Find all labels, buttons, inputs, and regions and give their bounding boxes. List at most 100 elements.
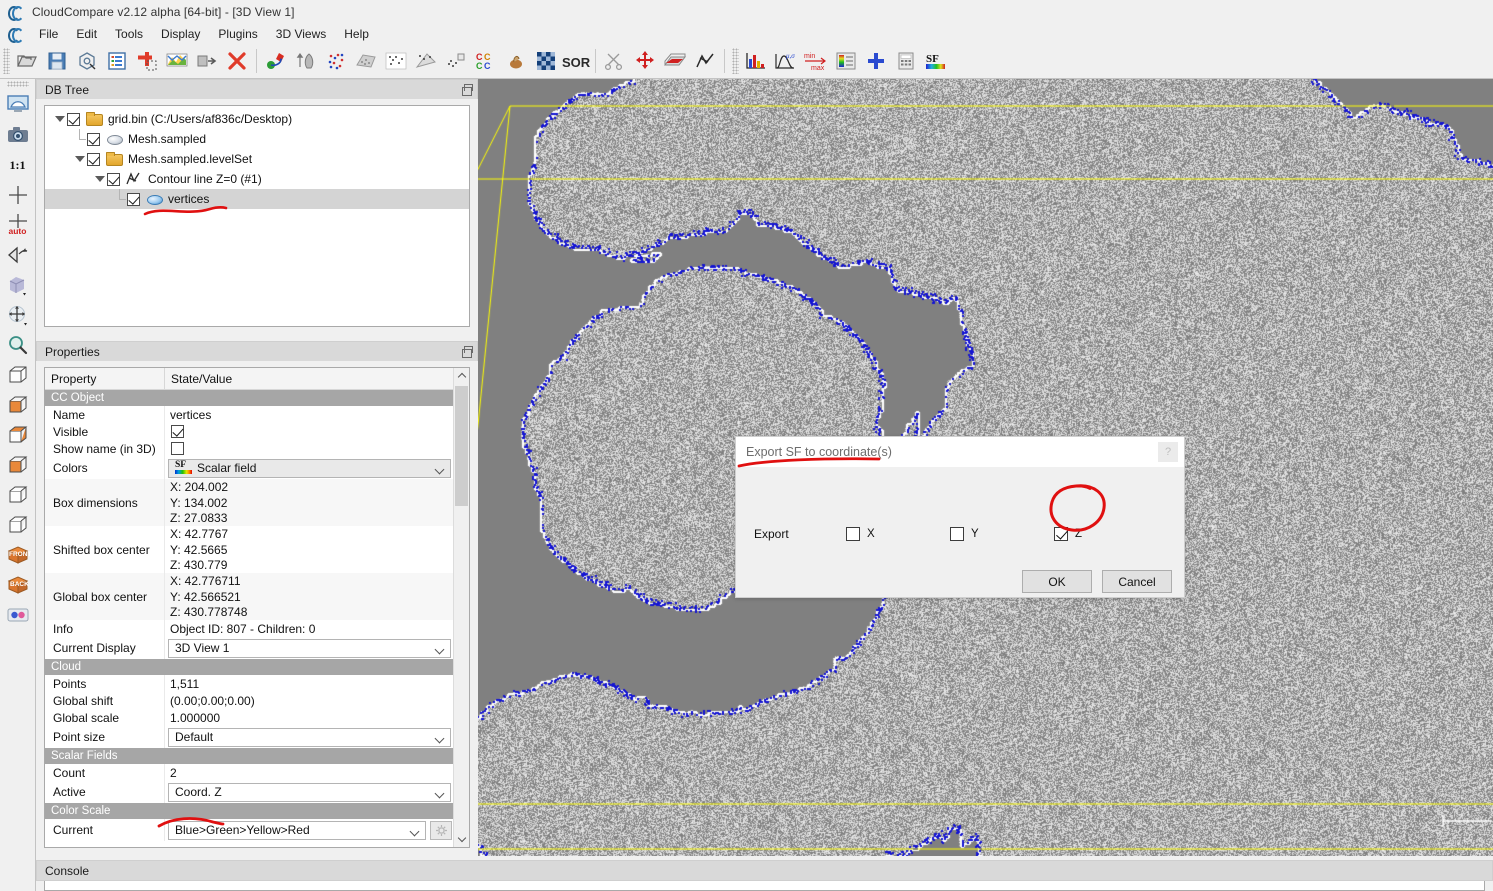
add-sf-icon[interactable]: [861, 46, 891, 76]
point-size-combobox[interactable]: Default: [168, 727, 451, 747]
export-y-checkbox-group[interactable]: Y: [950, 527, 1054, 541]
toggle-cube-icon[interactable]: [3, 270, 33, 300]
current-display-combobox[interactable]: 3D View 1: [168, 638, 451, 658]
view-iso1-icon[interactable]: [3, 480, 33, 510]
cancel-button[interactable]: Cancel: [1102, 570, 1172, 593]
export-z-checkbox-group[interactable]: Z: [1054, 527, 1158, 541]
expand-arrow-icon[interactable]: [93, 169, 107, 189]
properties-scrollbar[interactable]: [453, 368, 469, 847]
tree-checkbox[interactable]: [87, 152, 100, 166]
tree-item-vertices[interactable]: vertices: [45, 189, 469, 209]
menu-item-plugins[interactable]: Plugins: [209, 25, 266, 43]
global-shift-settings-icon[interactable]: [72, 46, 102, 76]
properties-icon[interactable]: [132, 46, 162, 76]
tree-item-mesh-sampled[interactable]: Mesh.sampled: [45, 129, 469, 149]
export-y-checkbox[interactable]: [950, 527, 964, 541]
tree-item-contour-line[interactable]: Contour line Z=0 (#1): [45, 169, 469, 189]
color-ramp-icon[interactable]: [162, 46, 192, 76]
translate-rotate-icon[interactable]: [630, 46, 660, 76]
export-x-checkbox-group[interactable]: X: [846, 527, 950, 541]
histogram-icon[interactable]: [741, 46, 771, 76]
view-top-icon[interactable]: [3, 360, 33, 390]
sf-to-coord-icon[interactable]: SF: [921, 46, 951, 76]
expand-arrow-icon[interactable]: [73, 149, 87, 169]
property-row-name: Name vertices: [45, 406, 453, 423]
colors-combobox[interactable]: SF Scalar field: [168, 458, 451, 478]
camera-snapshot-icon[interactable]: [3, 120, 33, 150]
fit-plane-icon[interactable]: [501, 46, 531, 76]
scissors-icon[interactable]: [600, 46, 630, 76]
scroll-down-arrow-icon[interactable]: [454, 831, 469, 847]
view-back-icon[interactable]: BACK: [3, 570, 33, 600]
svg-text:SOR: SOR: [562, 55, 591, 70]
cloud-cloud-dist-icon[interactable]: [381, 46, 411, 76]
color-scale-editor-button[interactable]: [430, 820, 452, 840]
db-tree-icon[interactable]: [102, 46, 132, 76]
dialog-help-button[interactable]: ?: [1158, 442, 1178, 462]
tree-item-grid-bin[interactable]: grid.bin (C:/Users/af836c/Desktop): [45, 109, 469, 129]
tree-checkbox[interactable]: [67, 112, 80, 126]
polyline-tool-icon[interactable]: [690, 46, 720, 76]
db-tree-list[interactable]: grid.bin (C:/Users/af836c/Desktop) Mesh.…: [44, 105, 470, 327]
tree-checkbox[interactable]: [107, 172, 120, 186]
zoom-tool-icon[interactable]: [3, 330, 33, 360]
compute-cc-icon[interactable]: CCCC: [471, 46, 501, 76]
visible-checkbox[interactable]: [171, 425, 184, 438]
scroll-up-arrow-icon[interactable]: [454, 368, 469, 384]
cloud-mesh-dist-icon[interactable]: [411, 46, 441, 76]
tree-checkbox[interactable]: [87, 132, 100, 146]
export-x-checkbox[interactable]: [846, 527, 860, 541]
cross-section-icon[interactable]: [660, 46, 690, 76]
tree-item-mesh-sampled-levelset[interactable]: Mesh.sampled.levelSet: [45, 149, 469, 169]
sor-filter-icon[interactable]: SOR: [561, 46, 591, 76]
export-z-checkbox[interactable]: [1054, 527, 1068, 541]
min-max-icon[interactable]: min max: [801, 46, 831, 76]
segment-cloud-icon[interactable]: [351, 46, 381, 76]
set-view-global-zoom-icon[interactable]: [3, 90, 33, 120]
subsample-icon[interactable]: [321, 46, 351, 76]
checkerboard-icon[interactable]: [531, 46, 561, 76]
expand-arrow-icon[interactable]: [53, 109, 67, 129]
view-toolbar-drag-handle[interactable]: [6, 81, 29, 87]
pick-rotation-center-icon[interactable]: [3, 180, 33, 210]
export-sf-dialog[interactable]: Export SF to coordinate(s) ? Export X Y …: [735, 436, 1185, 598]
translate-mode-icon[interactable]: [3, 300, 33, 330]
ok-button[interactable]: OK: [1022, 570, 1092, 593]
register-icon[interactable]: [261, 46, 291, 76]
stereo-mode-icon[interactable]: [3, 600, 33, 630]
db-tree-float-icon[interactable]: [460, 84, 473, 96]
property-key: Points: [45, 675, 165, 692]
open-icon[interactable]: [12, 46, 42, 76]
view-front-icon[interactable]: FRONT: [3, 540, 33, 570]
delete-icon[interactable]: [222, 46, 252, 76]
show-name-3d-checkbox[interactable]: [171, 442, 184, 455]
zoom-one-to-one-icon[interactable]: 1:1: [3, 150, 33, 180]
view-right-icon[interactable]: [3, 450, 33, 480]
color-scale-editor-icon[interactable]: [831, 46, 861, 76]
menu-item-file[interactable]: File: [30, 25, 67, 43]
stats-icon[interactable]: μ,σ: [771, 46, 801, 76]
tree-checkbox[interactable]: [127, 192, 140, 206]
console-title-bar: Console: [36, 860, 1493, 881]
save-icon[interactable]: [42, 46, 72, 76]
view-iso2-icon[interactable]: [3, 510, 33, 540]
active-scalar-field-combobox[interactable]: Coord. Z: [168, 782, 451, 802]
clone-icon[interactable]: [192, 46, 222, 76]
menu-item-edit[interactable]: Edit: [67, 25, 106, 43]
properties-float-icon[interactable]: [460, 346, 473, 358]
menu-item-display[interactable]: Display: [152, 25, 209, 43]
view-bottom-icon[interactable]: [3, 390, 33, 420]
toggle-perspective-icon[interactable]: [3, 240, 33, 270]
view-left-icon[interactable]: [3, 420, 33, 450]
menu-item-help[interactable]: Help: [335, 25, 378, 43]
auto-pick-rotation-center-icon[interactable]: auto: [3, 210, 33, 240]
align-icon[interactable]: [291, 46, 321, 76]
toolbar-drag-handle-2[interactable]: [732, 48, 739, 74]
toolbar-drag-handle[interactable]: [3, 48, 10, 74]
menu-item-3d-views[interactable]: 3D Views: [267, 25, 335, 43]
scrollbar-thumb[interactable]: [455, 386, 468, 506]
menu-item-tools[interactable]: Tools: [106, 25, 152, 43]
sf-arithmetic-icon[interactable]: [891, 46, 921, 76]
color-scale-combobox[interactable]: Blue>Green>Yellow>Red: [168, 820, 426, 840]
cloud-primitive-dist-icon[interactable]: [441, 46, 471, 76]
